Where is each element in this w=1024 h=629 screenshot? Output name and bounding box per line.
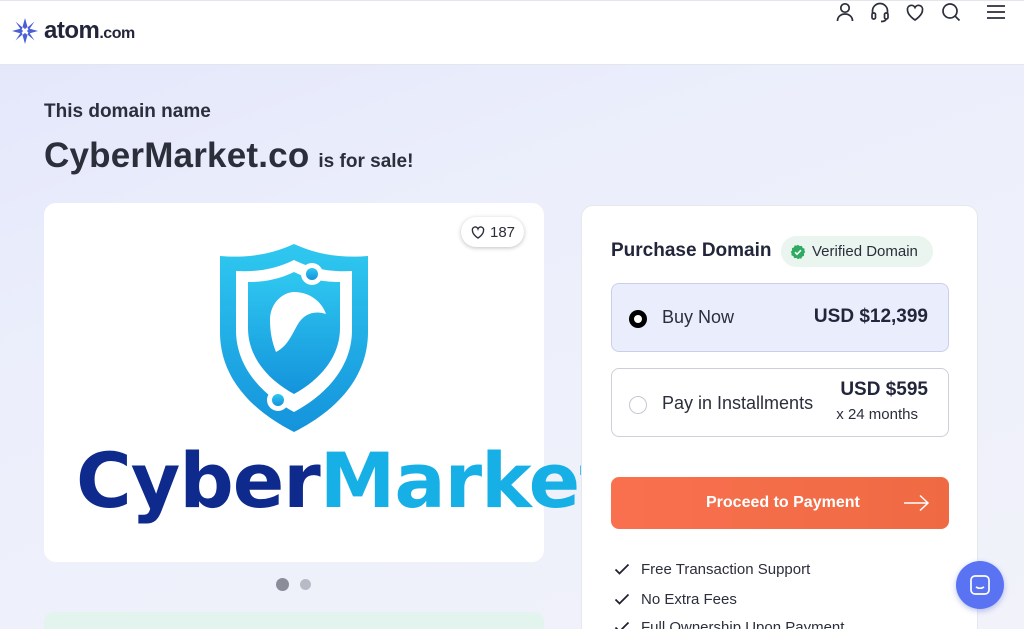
logo-wordmark: atom	[44, 17, 100, 44]
feature-item: Full Ownership Upon Payment	[613, 618, 844, 629]
feature-item: Free Transaction Support	[613, 560, 810, 578]
feature-label: Free Transaction Support	[641, 560, 811, 578]
top-navbar: atom.com	[0, 0, 1024, 65]
installments-label: Pay in Installments	[662, 393, 814, 413]
buy-now-radio[interactable]	[629, 310, 647, 328]
cyber-shield-logo	[220, 244, 368, 432]
info-banner	[44, 612, 544, 629]
installments-term: x 24 months	[836, 406, 918, 423]
proceed-to-payment-button[interactable]: Proceed to Payment	[611, 477, 949, 529]
buy-now-option[interactable]: Buy Now USD $12,399	[611, 283, 949, 352]
buy-now-price: USD $12,399	[813, 306, 928, 327]
heart-outline-icon	[471, 226, 485, 239]
checkmark-icon	[614, 593, 630, 605]
checkmark-icon	[614, 621, 630, 629]
like-count: 187	[489, 223, 516, 241]
carousel-dot-2[interactable]	[300, 579, 311, 590]
headset-icon[interactable]	[869, 1, 891, 23]
feature-item: No Extra Fees	[613, 590, 737, 608]
hero-subtitle: This domain name	[44, 101, 211, 122]
installments-option[interactable]: Pay in Installments USD $595 x 24 months	[611, 368, 949, 437]
carousel-dot-1[interactable]	[276, 578, 289, 591]
verified-check-icon	[790, 244, 806, 259]
verified-label: Verified Domain	[812, 243, 918, 260]
checkmark-icon	[614, 563, 630, 575]
arrow-right-icon	[904, 494, 930, 512]
cybermarket-wordmark: CyberMarket	[76, 436, 616, 526]
favorite-button[interactable]: 187	[461, 217, 524, 247]
installments-price: USD $595	[840, 379, 928, 400]
wordmark-cyber: Cyber	[76, 436, 321, 525]
feature-label: Full Ownership Upon Payment	[641, 618, 845, 629]
feature-label: No Extra Fees	[641, 590, 737, 608]
heart-icon[interactable]	[904, 1, 926, 23]
buy-now-label: Buy Now	[662, 307, 735, 327]
chat-launcher-button[interactable]	[956, 561, 1004, 609]
wordmark-market: Market	[319, 436, 616, 525]
chat-icon	[970, 575, 990, 595]
search-icon[interactable]	[940, 1, 962, 23]
proceed-label: Proceed to Payment	[706, 494, 860, 511]
atom-logo[interactable]: atom.com	[11, 17, 135, 45]
domain-name: CyberMarket.co	[44, 136, 310, 175]
user-icon[interactable]	[834, 1, 856, 23]
purchase-title: Purchase Domain	[611, 240, 772, 261]
hero-title: CyberMarket.co is for sale!	[44, 136, 413, 176]
installments-radio[interactable]	[629, 396, 647, 414]
logo-tld: .com	[99, 25, 135, 42]
atom-star-icon	[12, 18, 38, 44]
menu-icon[interactable]	[985, 1, 1007, 23]
verified-badge: Verified Domain	[781, 236, 933, 267]
for-sale-text: is for sale!	[318, 151, 414, 172]
